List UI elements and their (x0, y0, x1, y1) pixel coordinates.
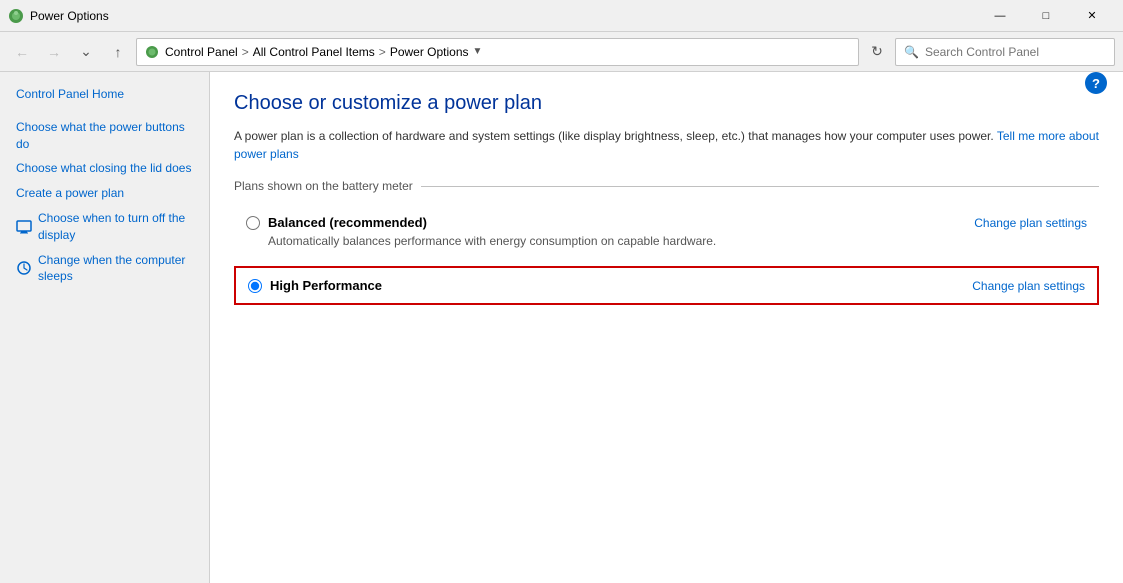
dropdown-button[interactable]: ⌄ (72, 38, 100, 66)
address-path: Control Panel > All Control Panel Items … (136, 38, 859, 66)
path-sep-2: > (379, 45, 386, 59)
sidebar-link-computer-sleeps[interactable]: Change when the computer sleeps (38, 252, 193, 286)
path-sep-1: > (242, 45, 249, 59)
balanced-plan-item: Balanced (recommended) Change plan setti… (234, 205, 1099, 258)
section-divider (421, 186, 1099, 187)
sidebar-link-turn-off-display[interactable]: Choose when to turn off the display (38, 210, 193, 244)
sidebar-group: Choose what the power buttons do Choose … (0, 115, 209, 289)
path-icon (145, 45, 159, 59)
search-input[interactable] (925, 45, 1106, 59)
high-performance-change-plan-link[interactable]: Change plan settings (972, 279, 1085, 293)
high-performance-plan-name: High Performance (270, 278, 382, 293)
balanced-change-plan-link[interactable]: Change plan settings (974, 216, 1087, 230)
sidebar-item-turn-off-display[interactable]: Choose when to turn off the display (0, 206, 209, 248)
search-box: 🔍 (895, 38, 1115, 66)
high-performance-plan-row: High Performance Change plan settings (248, 278, 1085, 293)
content-area: ? Choose or customize a power plan A pow… (210, 72, 1123, 583)
see-also-section: See also Windows Mobility Center User Ac… (0, 289, 209, 583)
high-performance-plan-item: High Performance Change plan settings (234, 266, 1099, 305)
high-performance-plan-label[interactable]: High Performance (248, 278, 382, 293)
address-bar: ← → ⌄ ↑ Control Panel > All Control Pane… (0, 32, 1123, 72)
monitor-icon (16, 219, 32, 235)
up-button[interactable]: ↑ (104, 38, 132, 66)
help-button[interactable]: ? (1085, 72, 1107, 94)
page-title: Choose or customize a power plan (234, 92, 1099, 115)
window-controls: — □ ✕ (977, 0, 1115, 32)
sidebar-item-control-panel-home[interactable]: Control Panel Home (0, 82, 209, 107)
path-segment-3: Power Options (390, 45, 469, 59)
balanced-radio[interactable] (246, 216, 260, 230)
balanced-plan-desc: Automatically balances performance with … (268, 234, 1087, 248)
refresh-button[interactable]: ↻ (863, 38, 891, 66)
balanced-plan-name: Balanced (recommended) (268, 215, 427, 230)
sidebar-item-power-buttons[interactable]: Choose what the power buttons do (0, 115, 209, 157)
forward-button[interactable]: → (40, 38, 68, 66)
title-bar: Power Options — □ ✕ (0, 0, 1123, 32)
sleep-icon (16, 260, 32, 276)
high-performance-radio[interactable] (248, 279, 262, 293)
close-button[interactable]: ✕ (1069, 0, 1115, 32)
minimize-button[interactable]: — (977, 0, 1023, 32)
section-header: Plans shown on the battery meter (234, 179, 1099, 193)
description-text: A power plan is a collection of hardware… (234, 129, 994, 143)
restore-button[interactable]: □ (1023, 0, 1069, 32)
section-label: Plans shown on the battery meter (234, 179, 413, 193)
app-icon (8, 8, 24, 24)
sidebar-item-create-power-plan[interactable]: Create a power plan (0, 181, 209, 206)
search-icon: 🔍 (904, 45, 919, 59)
path-segment-2: All Control Panel Items (253, 45, 375, 59)
sidebar-item-lid-does[interactable]: Choose what closing the lid does (0, 156, 209, 181)
balanced-plan-row: Balanced (recommended) Change plan setti… (246, 215, 1087, 230)
sidebar: Control Panel Home Choose what the power… (0, 72, 210, 583)
main-container: Control Panel Home Choose what the power… (0, 72, 1123, 583)
sidebar-item-computer-sleeps[interactable]: Change when the computer sleeps (0, 248, 209, 290)
back-button[interactable]: ← (8, 38, 36, 66)
balanced-plan-label[interactable]: Balanced (recommended) (246, 215, 427, 230)
path-dropdown-button[interactable]: ▼ (469, 46, 487, 57)
path-segment-1: Control Panel (165, 45, 238, 59)
window-title: Power Options (30, 9, 109, 23)
page-description: A power plan is a collection of hardware… (234, 127, 1099, 163)
